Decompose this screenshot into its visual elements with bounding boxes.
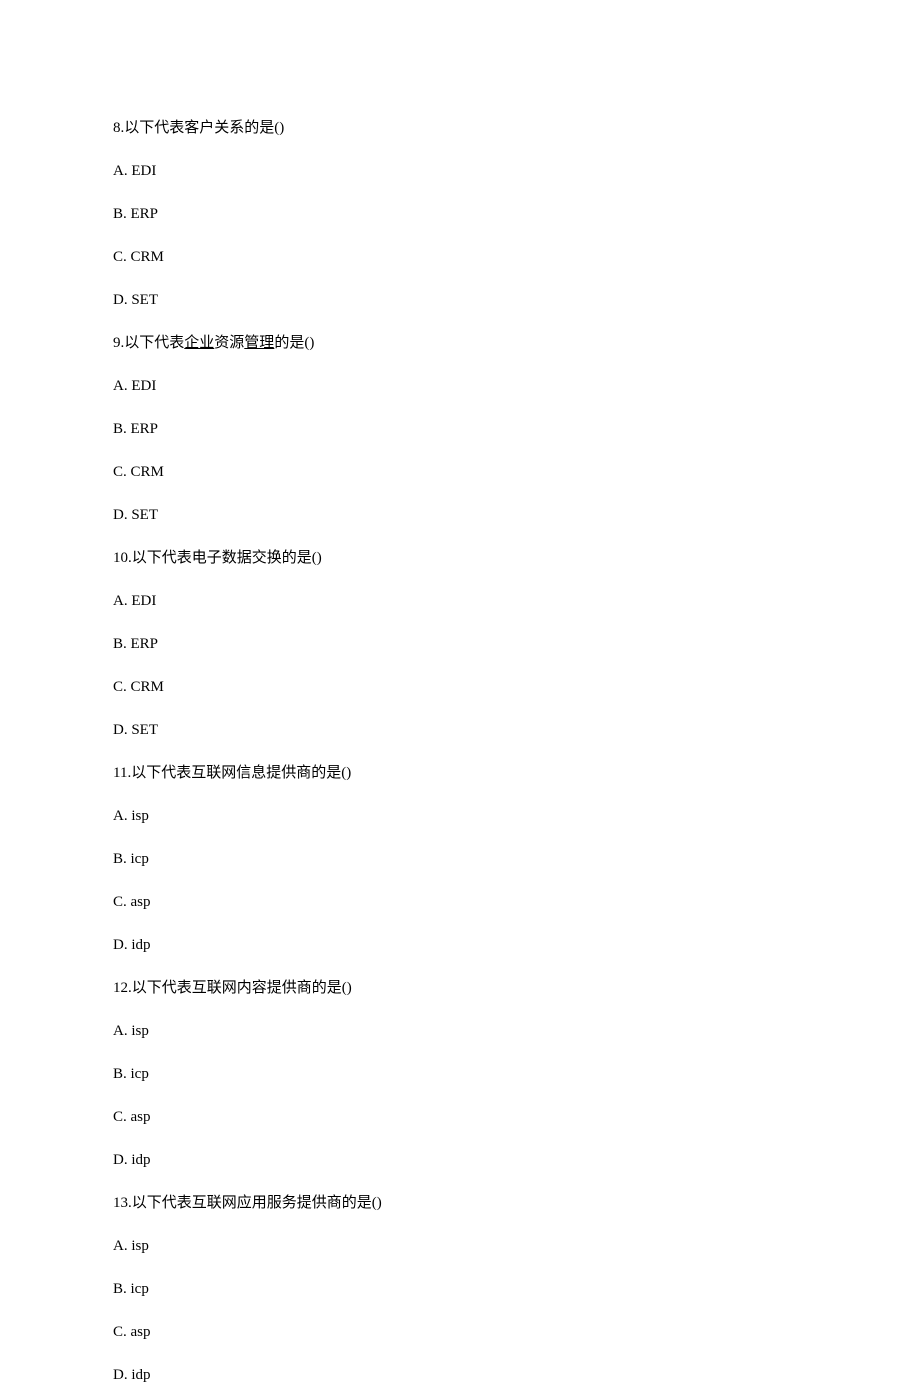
question-number: 11 [113,765,127,781]
option-c[interactable]: C. CRM [113,247,807,268]
option-b[interactable]: B. icp [113,1064,807,1085]
question-text: 11.以下代表互联网信息提供商的是( ) [113,763,807,784]
option-a[interactable]: A. isp [113,1021,807,1042]
question-number: 12 [113,980,128,996]
question-text: 9.以下代表企业资源管理的是( ) [113,333,807,354]
option-a[interactable]: A. isp [113,1236,807,1257]
question-12: 12.以下代表互联网内容提供商的是( ) A. isp B. icp C. as… [113,978,807,1171]
option-d[interactable]: D. SET [113,505,807,526]
question-number: 8 [113,120,121,136]
question-number: 9 [113,335,121,351]
option-c[interactable]: C. asp [113,892,807,913]
question-11: 11.以下代表互联网信息提供商的是( ) A. isp B. icp C. as… [113,763,807,956]
option-b[interactable]: B. icp [113,1279,807,1300]
question-number: 10 [113,550,128,566]
question-text: 10.以下代表电子数据交换的是( ) [113,548,807,569]
option-c[interactable]: C. asp [113,1107,807,1128]
option-a[interactable]: A. EDI [113,591,807,612]
option-a[interactable]: A. EDI [113,161,807,182]
option-d[interactable]: D. SET [113,720,807,741]
option-d[interactable]: D. SET [113,290,807,311]
option-c[interactable]: C. CRM [113,462,807,483]
question-number: 13 [113,1195,128,1211]
document-content: 8.以下代表客户关系的是( ) A. EDI B. ERP C. CRM D. … [113,118,807,1386]
option-a[interactable]: A. EDI [113,376,807,397]
question-9: 9.以下代表企业资源管理的是( ) A. EDI B. ERP C. CRM D… [113,333,807,526]
option-b[interactable]: B. icp [113,849,807,870]
question-10: 10.以下代表电子数据交换的是( ) A. EDI B. ERP C. CRM … [113,548,807,741]
option-b[interactable]: B. ERP [113,634,807,655]
option-b[interactable]: B. ERP [113,204,807,225]
option-c[interactable]: C. asp [113,1322,807,1343]
option-d[interactable]: D. idp [113,935,807,956]
option-a[interactable]: A. isp [113,806,807,827]
question-8: 8.以下代表客户关系的是( ) A. EDI B. ERP C. CRM D. … [113,118,807,311]
question-text: 8.以下代表客户关系的是( ) [113,118,807,139]
option-b[interactable]: B. ERP [113,419,807,440]
option-c[interactable]: C. CRM [113,677,807,698]
question-text: 12.以下代表互联网内容提供商的是( ) [113,978,807,999]
option-d[interactable]: D. idp [113,1150,807,1171]
option-d[interactable]: D. idp [113,1365,807,1386]
question-text: 13.以下代表互联网应用服务提供商的是( ) [113,1193,807,1214]
question-13: 13.以下代表互联网应用服务提供商的是( ) A. isp B. icp C. … [113,1193,807,1386]
